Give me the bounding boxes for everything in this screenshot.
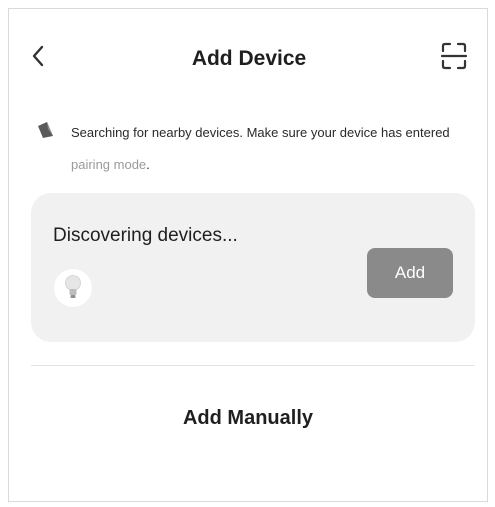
pairing-mode-link[interactable]: pairing mode [71,157,146,172]
notice-suffix: . [146,157,150,172]
search-notice-text: Searching for nearby devices. Make sure … [71,117,479,181]
radar-icon [38,122,53,138]
light-bulb-icon [54,269,92,307]
add-button[interactable]: Add [367,248,453,298]
page-title: Add Device [191,47,307,70]
discovery-status: Discovering devices... [53,225,238,246]
notice-message: Searching for nearby devices. Make sure … [71,125,450,140]
scan-button[interactable] [440,42,468,70]
add-manually-button[interactable]: Add Manually [9,407,487,430]
top-bar: Add Device [9,9,489,107]
divider [31,365,475,366]
discovery-card: Discovering devices... Add [31,193,475,342]
scan-icon [440,42,468,70]
add-device-screen: Add Device Searching for nearby devices.… [8,8,488,502]
